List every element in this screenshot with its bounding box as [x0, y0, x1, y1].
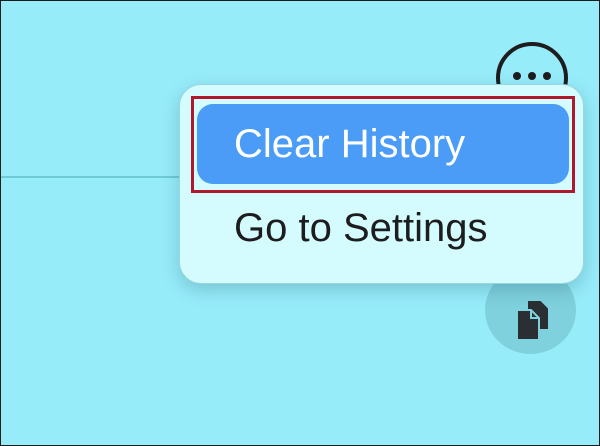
divider-line — [0, 176, 200, 178]
menu-item-go-to-settings[interactable]: Go to Settings — [197, 188, 569, 268]
copy-documents-icon — [515, 299, 550, 341]
ellipsis-circle-icon — [513, 72, 551, 80]
context-menu: Clear History Go to Settings — [179, 84, 584, 284]
menu-item-clear-history[interactable]: Clear History — [197, 104, 569, 184]
